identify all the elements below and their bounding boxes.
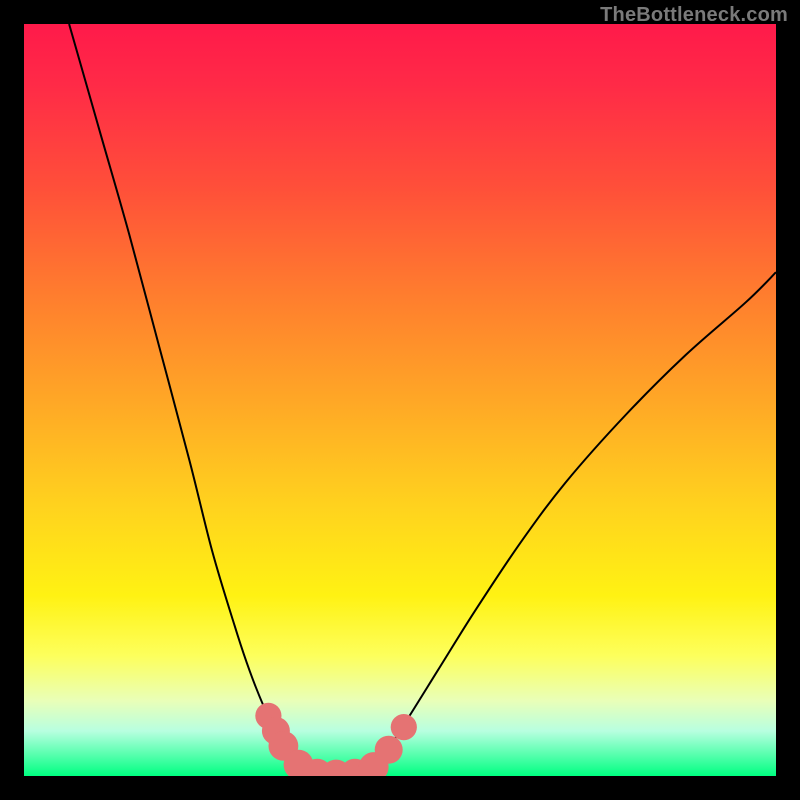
marker-group — [255, 703, 417, 776]
chart-frame — [24, 24, 776, 776]
curve-group — [69, 24, 776, 776]
chart-svg — [24, 24, 776, 776]
bottleneck-curve — [69, 24, 776, 776]
watermark-text: TheBottleneck.com — [600, 4, 788, 27]
valley-marker-8 — [375, 736, 403, 764]
valley-marker-9 — [391, 714, 417, 740]
